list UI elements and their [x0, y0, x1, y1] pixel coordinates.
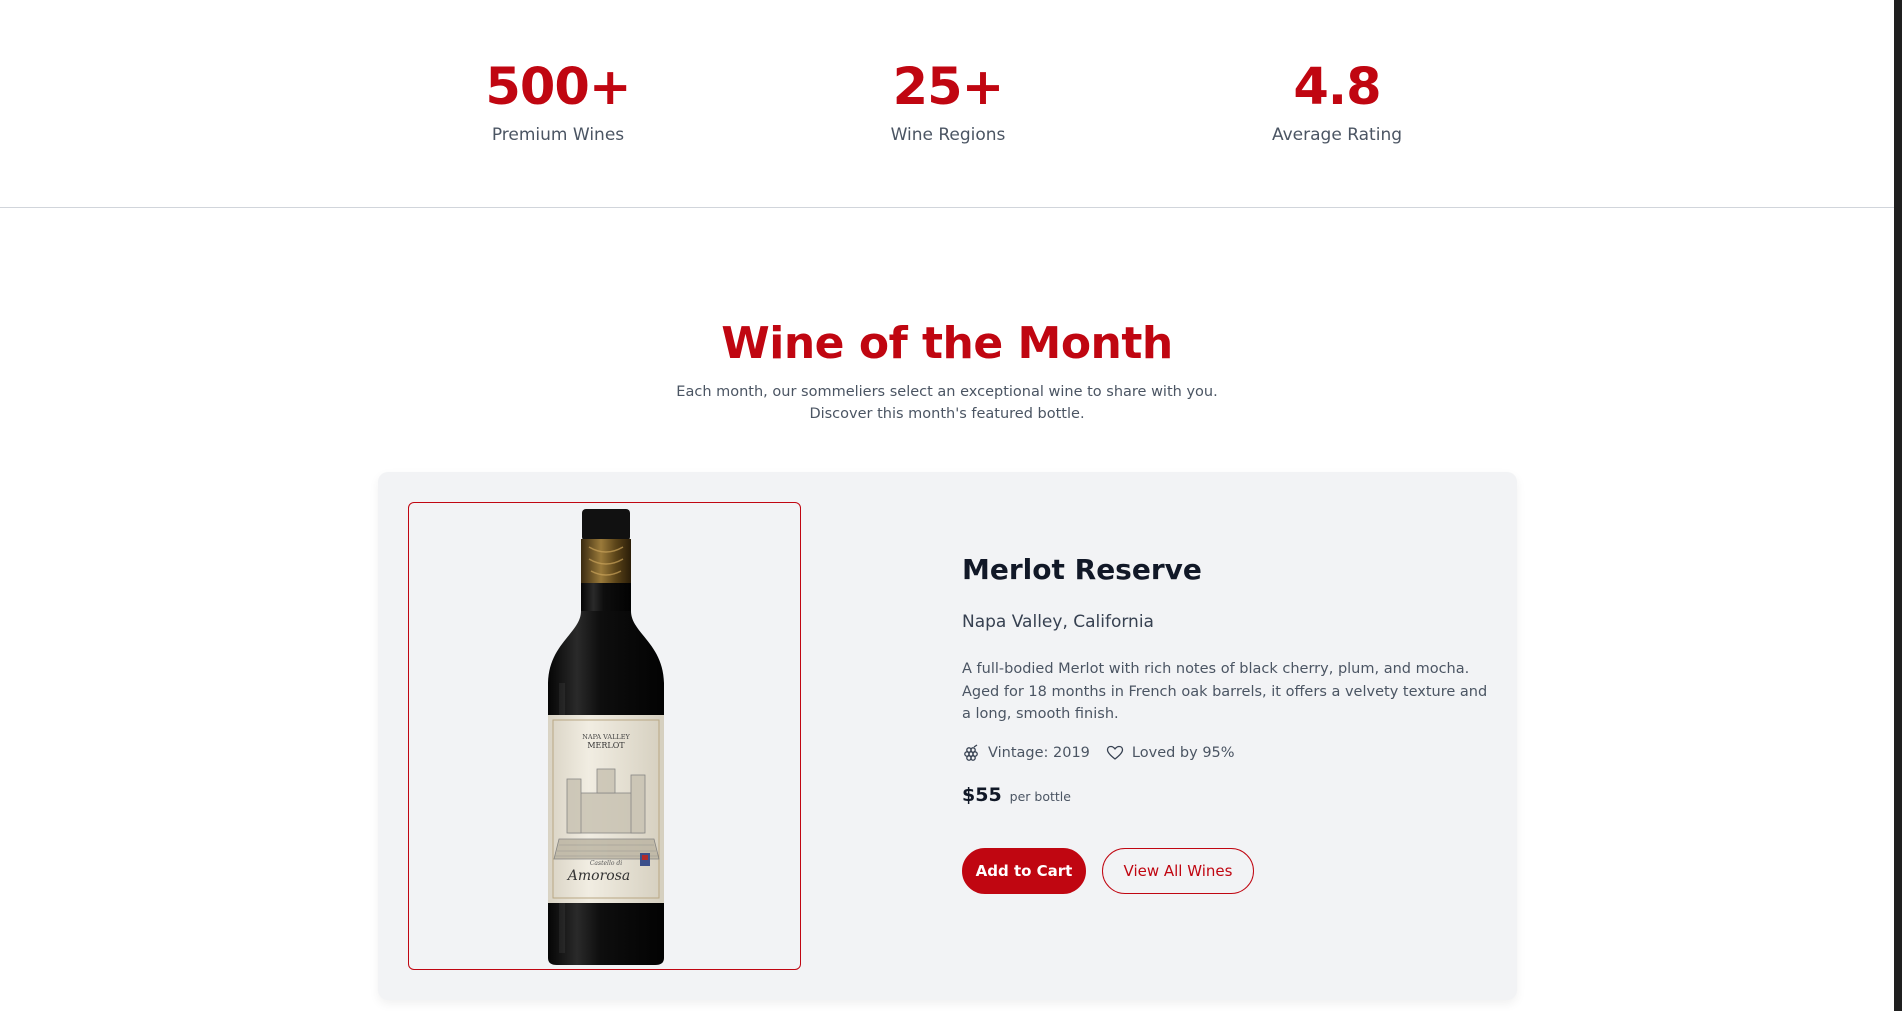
grape-icon — [964, 743, 978, 761]
label-varietal-text: MERLOT — [587, 741, 625, 750]
stat-premium-wines: 500+ Premium Wines — [408, 56, 708, 145]
stat-label: Average Rating — [1271, 125, 1403, 145]
vintage-text: Vintage: 2019 — [988, 744, 1090, 761]
page-scrollbar[interactable] — [1894, 0, 1902, 1011]
stat-value: 4.8 — [1293, 58, 1381, 117]
featured-wine-card: NAPA VALLEY MERLOT Castello di Amorosa M… — [378, 472, 1517, 1000]
stat-label: Premium Wines — [491, 125, 625, 145]
stat-average-rating: 4.8 Average Rating — [1187, 56, 1487, 145]
stat-value: 25+ — [892, 58, 1005, 117]
heart-icon — [1106, 745, 1124, 760]
action-buttons: Add to Cart View All Wines — [962, 847, 1492, 894]
section-subtitle: Each month, our sommeliers select an exc… — [676, 384, 1218, 400]
loved-text: Loved by 95% — [1131, 744, 1235, 761]
view-all-wines-button[interactable]: View All Wines — [1102, 847, 1254, 894]
price-row: $55 per bottle — [962, 784, 1492, 806]
section-subtitle: Discover this month's featured bottle. — [809, 406, 1085, 422]
wine-bottle-image: NAPA VALLEY MERLOT Castello di Amorosa — [548, 509, 664, 965]
vintage-info: Vintage: 2019 — [962, 743, 1090, 762]
wine-description: A full-bodied Merlot with rich notes of … — [962, 661, 1488, 722]
wine-region: Napa Valley, California — [962, 612, 1154, 632]
stats-section: 500+ Premium Wines 25+ Wine Regions 4.8 … — [0, 0, 1894, 208]
wine-details: Merlot Reserve Napa Valley, California A… — [962, 552, 1492, 894]
loved-info: Loved by 95% — [1106, 744, 1235, 762]
stat-value: 500+ — [485, 58, 631, 117]
add-to-cart-button[interactable]: Add to Cart — [962, 847, 1086, 894]
label-brand-line2: Amorosa — [566, 868, 630, 884]
wine-price: $55 — [962, 783, 1002, 806]
price-unit: per bottle — [1009, 788, 1071, 804]
stat-wine-regions: 25+ Wine Regions — [798, 56, 1098, 145]
wine-meta: Vintage: 2019 Loved by 95% — [962, 743, 1492, 762]
label-region-text: NAPA VALLEY — [582, 733, 630, 741]
section-title: Wine of the Month — [721, 318, 1173, 369]
stat-label: Wine Regions — [890, 125, 1006, 145]
wine-name: Merlot Reserve — [962, 553, 1202, 586]
wine-image-frame: NAPA VALLEY MERLOT Castello di Amorosa — [408, 502, 801, 970]
label-brand-line1: Castello di — [590, 860, 622, 867]
